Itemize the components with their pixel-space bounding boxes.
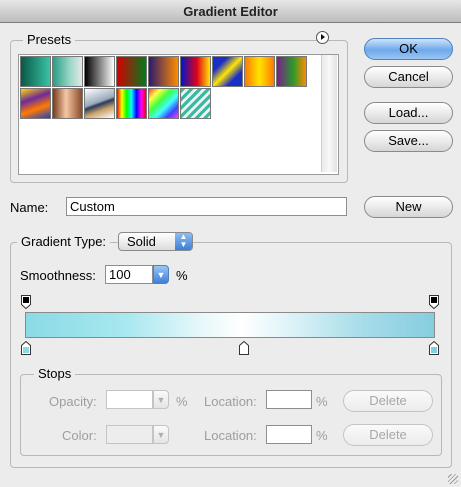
location2-unit: % <box>316 428 328 443</box>
resize-grip-icon[interactable] <box>448 474 458 484</box>
gradient-type-select[interactable]: Solid ▲ ▼ <box>118 232 193 251</box>
up-down-arrows-icon: ▲ ▼ <box>175 233 192 250</box>
load-button[interactable]: Load... <box>364 102 453 124</box>
color-stop-left-icon[interactable] <box>21 341 31 355</box>
preset-swatch-foreground-to-transparent[interactable] <box>52 56 83 87</box>
color-stop-right-icon[interactable] <box>429 341 439 355</box>
smoothness-dropdown-icon[interactable]: ▼ <box>153 265 169 284</box>
name-input[interactable]: Custom <box>66 197 347 216</box>
location2-input[interactable] <box>266 425 312 444</box>
preset-swatch-foreground-to-background[interactable] <box>20 56 51 87</box>
preset-swatch-black-white[interactable] <box>84 56 115 87</box>
name-label: Name: <box>10 200 49 215</box>
ok-button[interactable]: OK <box>364 38 453 60</box>
new-button[interactable]: New <box>364 196 453 218</box>
gradient-type-label: Gradient Type: <box>17 234 111 249</box>
smoothness-label: Smoothness: <box>20 268 96 283</box>
window-title: Gradient Editor <box>183 4 278 19</box>
preset-swatch-transparent-rainbow[interactable] <box>148 88 179 119</box>
opacity-unit: % <box>176 394 188 409</box>
location-input[interactable] <box>266 390 312 409</box>
delete-opacity-stop-button[interactable]: Delete <box>343 390 433 412</box>
color-swatch[interactable] <box>106 425 153 444</box>
opacity-stop-right-icon[interactable] <box>429 295 439 309</box>
location-label: Location: <box>204 394 257 409</box>
preset-swatch-blue-yellow-blue[interactable] <box>212 56 243 87</box>
cancel-button[interactable]: Cancel <box>364 66 453 88</box>
location2-label: Location: <box>204 428 257 443</box>
smoothness-input[interactable]: 100 <box>105 265 153 284</box>
preset-swatch-yellow-violet-orange-blue[interactable] <box>20 88 51 119</box>
color-dropdown-icon[interactable]: ▼ <box>153 425 169 444</box>
location-unit: % <box>316 394 328 409</box>
gradient-type-value: Solid <box>127 234 156 249</box>
preset-swatch-spectrum[interactable] <box>116 88 147 119</box>
presets-label: Presets <box>23 32 76 47</box>
presets-scrollbar[interactable] <box>321 55 337 172</box>
preset-swatch-violet-orange[interactable] <box>148 56 179 87</box>
preset-swatch-violet-green-orange[interactable] <box>276 56 307 87</box>
title-bar: Gradient Editor <box>0 0 461 23</box>
opacity-dropdown-icon[interactable]: ▼ <box>153 390 169 409</box>
stops-label: Stops <box>34 366 76 381</box>
opacity-input[interactable] <box>106 390 153 409</box>
presets-menu-icon[interactable] <box>316 31 329 44</box>
gradient-preview-bar[interactable] <box>25 312 435 338</box>
color-stop-midpoint-icon[interactable] <box>239 341 249 355</box>
color-label: Color: <box>62 428 97 443</box>
delete-color-stop-button[interactable]: Delete <box>343 424 433 446</box>
smoothness-unit: % <box>176 268 188 283</box>
preset-swatch-red-green[interactable] <box>116 56 147 87</box>
preset-swatch-blue-red-yellow[interactable] <box>180 56 211 87</box>
preset-swatch-copper[interactable] <box>52 88 83 119</box>
preset-swatch-chrome[interactable] <box>84 88 115 119</box>
preset-swatch-orange-yellow-orange[interactable] <box>244 56 275 87</box>
opacity-label: Opacity: <box>49 394 97 409</box>
save-button[interactable]: Save... <box>364 130 453 152</box>
opacity-stop-left-icon[interactable] <box>21 295 31 309</box>
preset-swatch-transparent-stripes[interactable] <box>180 88 211 119</box>
